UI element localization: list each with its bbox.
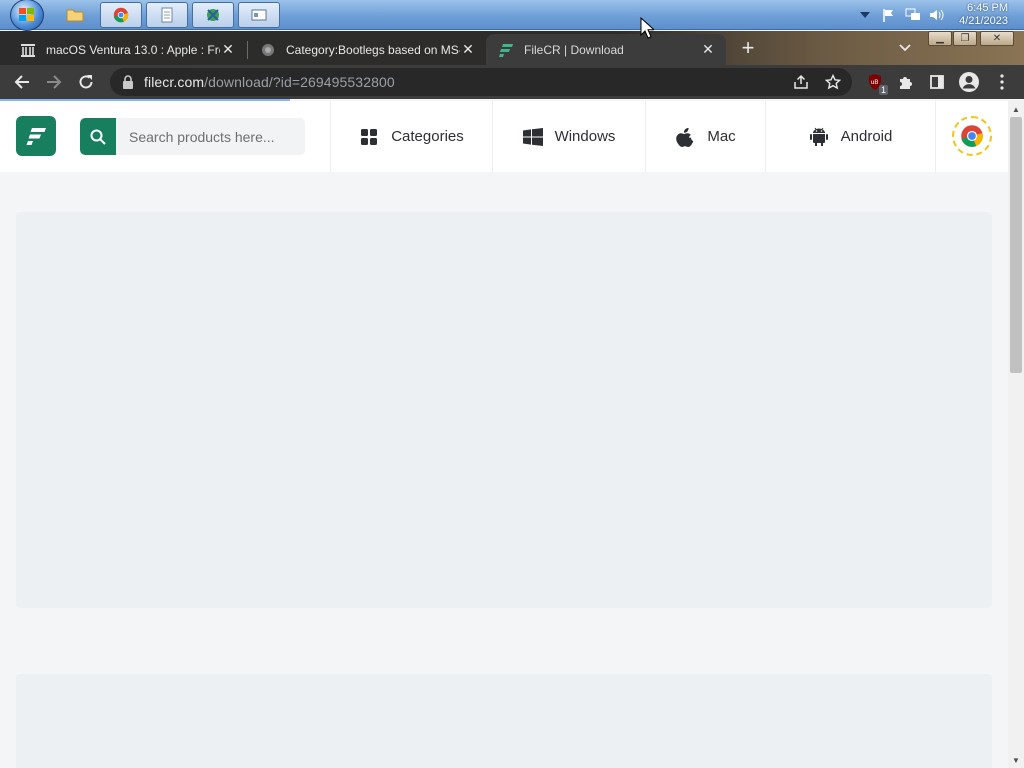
system-clock[interactable]: 6:45 PM 4/21/2023 [959, 2, 1008, 28]
filecr-icon [498, 42, 514, 58]
search-input[interactable] [116, 118, 305, 155]
chrome-icon [113, 7, 129, 23]
restore-button[interactable]: ❐ [953, 31, 977, 46]
scroll-up-icon[interactable]: ▲ [1008, 101, 1024, 117]
taskbar-chrome[interactable] [100, 2, 142, 28]
chevron-down-icon [899, 44, 911, 52]
url-path: /download/?id=269495532800 [204, 74, 395, 90]
close-tab-icon[interactable]: ✕ [220, 41, 236, 58]
tab-search-button[interactable] [894, 38, 916, 58]
taskbar: 6:45 PM 4/21/2023 [0, 0, 1024, 31]
windows-logo-icon [19, 8, 35, 22]
nav-label: Categories [391, 128, 464, 145]
star-icon [825, 74, 841, 90]
profile-button[interactable] [958, 71, 980, 93]
android-icon [809, 127, 829, 147]
windows-icon [522, 127, 543, 147]
close-tab-icon[interactable]: ✕ [700, 41, 716, 58]
nav-categories[interactable]: Categories [330, 101, 492, 172]
puzzle-icon [900, 77, 912, 89]
nav-windows[interactable]: Windows [492, 101, 645, 172]
filecr-logo[interactable] [16, 116, 56, 156]
tab-title: Category:Bootlegs based on MS-DOS [286, 42, 460, 57]
side-panel-icon [930, 75, 944, 89]
start-button[interactable] [10, 0, 44, 31]
volume-icon[interactable] [929, 8, 945, 22]
close-tab-icon[interactable]: ✕ [460, 41, 476, 58]
lock-icon [123, 75, 133, 89]
clock-time: 6:45 PM [967, 2, 1008, 14]
nav-mac[interactable]: Mac [645, 101, 765, 172]
extension-badge: 1 [878, 85, 888, 95]
web-page: Categories Windows Mac Android [0, 101, 1008, 768]
minimize-button[interactable]: ▁ [928, 31, 952, 46]
content-placeholder [16, 212, 992, 608]
network-icon[interactable] [905, 8, 921, 22]
svg-text:uB: uB [871, 80, 878, 86]
arrow-left-icon [14, 75, 29, 89]
site-header: Categories Windows Mac Android [0, 101, 1008, 172]
mouse-cursor-icon [640, 17, 654, 39]
share-button[interactable] [790, 71, 812, 93]
notepad-icon [161, 7, 173, 23]
url-text: filecr.com/download/?id=269495532800 [144, 74, 395, 90]
browser-tab-filecr[interactable]: FileCR | Download ✕ [486, 34, 726, 65]
close-window-button[interactable]: ✕ [980, 31, 1014, 46]
content-placeholder [16, 674, 992, 768]
reload-icon [79, 75, 93, 89]
system-tray: 6:45 PM 4/21/2023 [857, 0, 1024, 30]
network-globe-icon [207, 9, 219, 21]
tab-title: macOS Ventura 13.0 : Apple : Free [46, 42, 220, 57]
wiki-icon [260, 42, 276, 58]
kebab-menu-icon [1000, 74, 1004, 90]
url-host: filecr.com [144, 74, 205, 90]
back-button[interactable] [10, 70, 34, 94]
nav-label: Mac [707, 128, 736, 145]
browser-toolbar: filecr.com/download/?id=269495532800 uB … [0, 65, 1024, 99]
nav-label: Android [840, 128, 893, 145]
filecr-logo-icon [26, 128, 46, 145]
archive-icon [20, 42, 36, 58]
bookmark-button[interactable] [822, 71, 844, 93]
chrome-menu-button[interactable] [991, 71, 1013, 93]
action-center-flag-icon[interactable] [881, 8, 897, 22]
search-icon [90, 129, 106, 145]
scrollbar-thumb[interactable] [1010, 117, 1022, 373]
browser-tab-wiki[interactable]: Category:Bootlegs based on MS-DOS ✕ [248, 34, 486, 65]
arrow-right-icon [47, 75, 62, 89]
taskbar-network-app[interactable] [192, 2, 234, 28]
side-panel-button[interactable] [926, 71, 948, 93]
tab-title: FileCR | Download [524, 42, 624, 57]
taskbar-notepad[interactable] [146, 2, 188, 28]
nav-android[interactable]: Android [765, 101, 935, 172]
taskbar-window-app[interactable] [238, 2, 280, 28]
apple-icon [675, 127, 695, 147]
page-scrollbar[interactable]: ▲ ▼ [1008, 101, 1024, 768]
tab-strip: macOS Ventura 13.0 : Apple : Free ✕ Cate… [0, 31, 1024, 65]
browser-tab-archive[interactable]: macOS Ventura 13.0 : Apple : Free ✕ [8, 34, 246, 65]
window-icon [251, 9, 267, 21]
address-bar[interactable]: filecr.com/download/?id=269495532800 [110, 68, 852, 96]
grid-icon [359, 127, 379, 147]
clock-date: 4/21/2023 [959, 15, 1008, 27]
nav-label: Windows [554, 128, 616, 145]
taskbar-file-explorer[interactable] [54, 2, 96, 28]
extensions-button[interactable] [895, 71, 917, 93]
forward-button[interactable] [42, 70, 66, 94]
tray-expand-icon[interactable] [857, 8, 873, 22]
share-icon [794, 74, 808, 89]
scroll-down-icon[interactable]: ▼ [1008, 752, 1024, 768]
chrome-icon [961, 125, 983, 147]
search-button[interactable] [80, 118, 116, 155]
ublock-extension[interactable]: uB 1 [864, 71, 888, 95]
folder-icon [66, 9, 84, 22]
avatar-icon [959, 72, 979, 92]
search-box [80, 118, 305, 155]
reload-button[interactable] [74, 70, 98, 94]
chrome-extension-badge[interactable] [952, 116, 992, 156]
new-tab-button[interactable]: + [736, 35, 760, 60]
